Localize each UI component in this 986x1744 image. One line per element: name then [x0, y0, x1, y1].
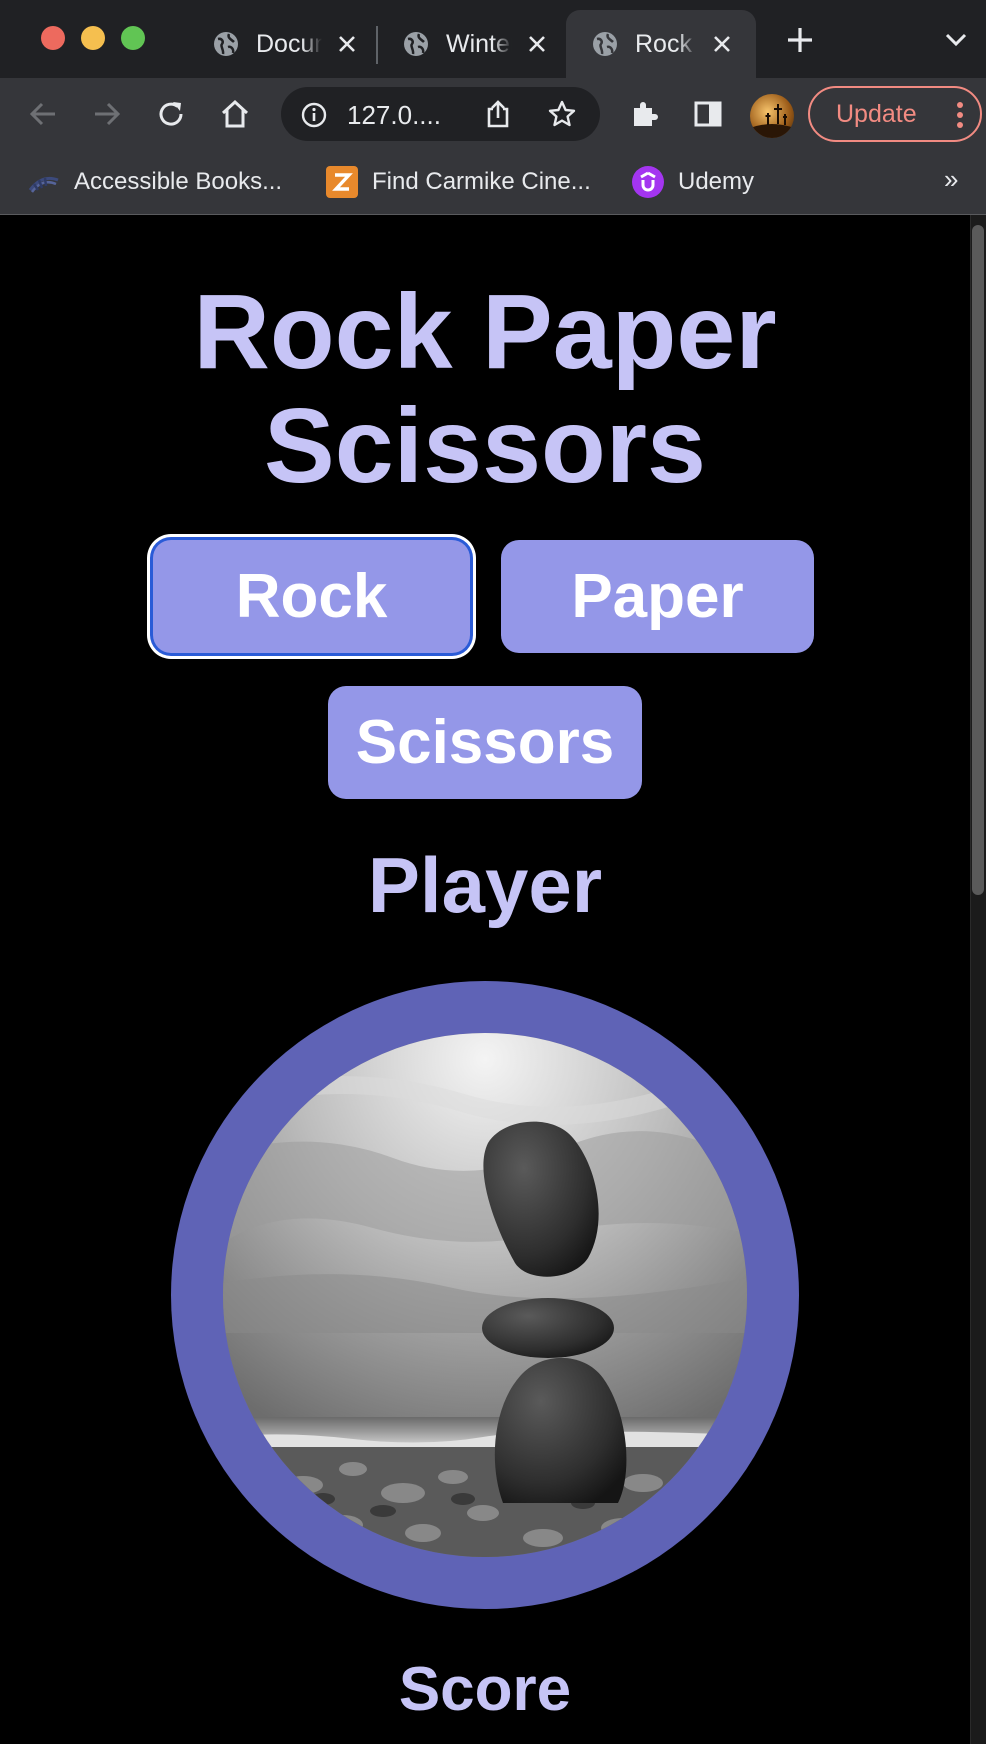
scissors-button[interactable]: Scissors: [328, 686, 642, 799]
new-tab-icon[interactable]: [784, 24, 816, 56]
tab-rock-paper-scissors[interactable]: Rock Paper Scissors: [566, 10, 756, 78]
forward-icon[interactable]: [89, 96, 125, 132]
reload-icon[interactable]: [153, 96, 189, 132]
carmike-icon: [326, 166, 358, 198]
globe-icon: [214, 32, 238, 56]
share-icon[interactable]: [484, 99, 512, 129]
update-button[interactable]: Update: [808, 86, 982, 142]
bookmark-label: Accessible Books...: [74, 168, 283, 195]
side-panel-icon[interactable]: [690, 96, 726, 132]
bookmark-star-icon[interactable]: [547, 99, 577, 129]
rock-button[interactable]: Rock: [153, 540, 470, 653]
udemy-icon: [632, 166, 664, 198]
close-tab-icon[interactable]: [707, 29, 737, 59]
score-heading: Score: [398, 1655, 572, 1724]
minimize-window-button[interactable]: [81, 26, 105, 50]
browser-chrome: Document Winter Rock Paper Scissors: [0, 0, 986, 215]
more-vert-icon: [957, 102, 963, 128]
page-title: Rock Paper Scissors: [193, 273, 777, 505]
profile-avatar[interactable]: [750, 94, 794, 138]
tab-title: Rock Paper Scissors: [635, 29, 697, 58]
info-icon[interactable]: [301, 102, 327, 128]
tab-document[interactable]: Document: [200, 10, 375, 78]
scrollbar-thumb[interactable]: [972, 225, 984, 895]
tab-divider: [376, 26, 378, 64]
bookmark-label: Udemy: [678, 168, 755, 195]
bookmarks-bar: Accessible Books... Find Carmike Cine...…: [0, 150, 986, 215]
bookmark-accessible-books[interactable]: Accessible Books...: [28, 162, 282, 202]
globe-icon: [593, 32, 617, 56]
close-tab-icon[interactable]: [332, 29, 362, 59]
browser-toolbar: 127.0.... Update: [0, 78, 986, 150]
player-choice-image: [223, 1033, 747, 1557]
globe-icon: [404, 32, 428, 56]
player-heading: Player: [367, 841, 603, 929]
bookmark-udemy[interactable]: Udemy: [632, 162, 754, 202]
update-label: Update: [836, 99, 917, 128]
address-bar[interactable]: 127.0....: [281, 87, 600, 141]
close-window-button[interactable]: [41, 26, 65, 50]
player-choice-ring: [171, 981, 799, 1609]
bookmark-find-carmike[interactable]: Find Carmike Cine...: [326, 162, 591, 202]
tab-winter[interactable]: Winter: [390, 10, 565, 78]
more-bookmarks-icon[interactable]: »: [944, 164, 958, 195]
home-icon[interactable]: [217, 96, 253, 132]
chevron-down-icon[interactable]: [944, 32, 968, 48]
address-text[interactable]: 127.0....: [347, 100, 441, 131]
page-viewport: Rock Paper Scissors Rock Paper Scissors …: [0, 215, 986, 1744]
bookmark-label: Find Carmike Cine...: [372, 168, 591, 195]
close-tab-icon[interactable]: [522, 29, 552, 59]
zoom-window-button[interactable]: [121, 26, 145, 50]
extensions-icon[interactable]: [626, 96, 662, 132]
books-icon: [28, 166, 60, 198]
tab-title: Document: [256, 29, 322, 58]
paper-button[interactable]: Paper: [501, 540, 814, 653]
tab-strip: Document Winter Rock Paper Scissors: [0, 0, 986, 78]
back-icon[interactable]: [25, 96, 61, 132]
tab-title: Winter: [446, 29, 512, 58]
scrollbar[interactable]: [970, 215, 986, 1744]
